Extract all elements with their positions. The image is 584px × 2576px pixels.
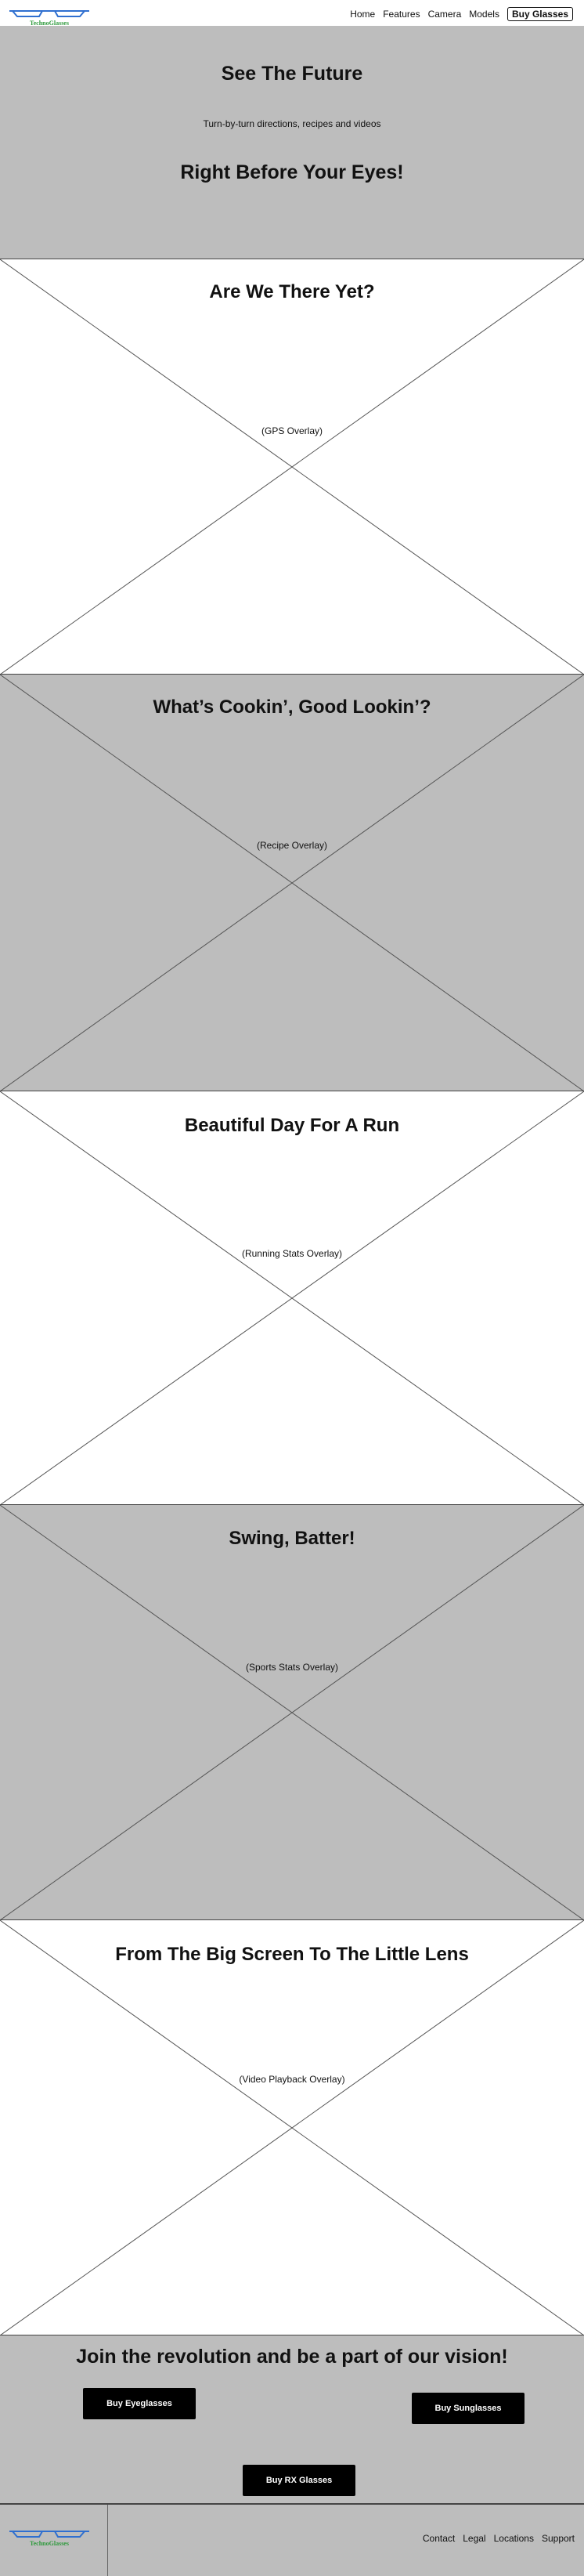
nav-camera[interactable]: Camera xyxy=(428,9,462,20)
image-placeholder xyxy=(0,1920,584,2335)
site-header: TechnoGlasses Home Features Camera Model… xyxy=(0,0,584,27)
image-placeholder xyxy=(0,675,584,1091)
image-placeholder xyxy=(0,1505,584,1919)
image-placeholder xyxy=(0,1091,584,1504)
nav-models[interactable]: Models xyxy=(469,9,499,20)
footer-divider xyxy=(107,2505,108,2576)
footer-logo[interactable]: TechnoGlasses xyxy=(8,2527,91,2549)
footer-link-locations[interactable]: Locations xyxy=(494,2533,534,2544)
hero-subtitle: Turn-by-turn directions, recipes and vid… xyxy=(203,118,381,129)
hero-section: See The Future Turn-by-turn directions, … xyxy=(0,27,584,259)
logo[interactable]: TechnoGlasses xyxy=(8,6,91,28)
sports-section: Swing, Batter! (Sports Stats Overlay) xyxy=(0,1505,584,1920)
main-nav: Home Features Camera Models Buy Glasses xyxy=(350,7,573,21)
recipe-section: What’s Cookin’, Good Lookin’? (Recipe Ov… xyxy=(0,675,584,1091)
buy-eyeglasses-button[interactable]: Buy Eyeglasses xyxy=(83,2388,196,2419)
buy-glasses-button[interactable]: Buy Glasses xyxy=(506,7,573,21)
buy-rx-glasses-button[interactable]: Buy RX Glasses xyxy=(243,2465,355,2496)
svg-text:TechnoGlasses: TechnoGlasses xyxy=(30,20,69,27)
overlay-caption: (Recipe Overlay) xyxy=(256,840,328,851)
buy-sunglasses-button[interactable]: Buy Sunglasses xyxy=(412,2393,525,2424)
nav-features[interactable]: Features xyxy=(383,9,420,20)
site-footer: TechnoGlasses Contact Legal Locations Su… xyxy=(0,2504,584,2576)
section-title: Beautiful Day For A Run xyxy=(184,1115,400,1136)
glasses-logo-icon: TechnoGlasses xyxy=(9,10,89,27)
overlay-caption: (Sports Stats Overlay) xyxy=(245,1662,339,1673)
image-placeholder xyxy=(0,259,584,674)
video-section: From The Big Screen To The Little Lens (… xyxy=(0,1920,584,2335)
hero-tagline: Right Before Your Eyes! xyxy=(180,161,404,183)
cta-title: Join the revolution and be a part of our… xyxy=(76,2346,508,2368)
svg-text:TechnoGlasses: TechnoGlasses xyxy=(30,2540,69,2547)
overlay-caption: (Video Playback Overlay) xyxy=(239,2074,345,2085)
footer-link-support[interactable]: Support xyxy=(542,2533,575,2544)
overlay-caption: (GPS Overlay) xyxy=(261,425,323,436)
footer-links: Contact Legal Locations Support xyxy=(423,2533,575,2544)
gps-section: Are We There Yet? (GPS Overlay) xyxy=(0,259,584,675)
running-section: Beautiful Day For A Run (Running Stats O… xyxy=(0,1091,584,1505)
footer-link-contact[interactable]: Contact xyxy=(423,2533,455,2544)
section-title: Are We There Yet? xyxy=(209,281,375,302)
nav-home[interactable]: Home xyxy=(350,9,375,20)
hero-title: See The Future xyxy=(221,63,363,85)
section-title: What’s Cookin’, Good Lookin’? xyxy=(153,696,431,718)
section-title: Swing, Batter! xyxy=(229,1528,355,1549)
footer-link-legal[interactable]: Legal xyxy=(463,2533,485,2544)
section-title: From The Big Screen To The Little Lens xyxy=(115,1944,469,1965)
overlay-caption: (Running Stats Overlay) xyxy=(241,1248,343,1259)
glasses-logo-icon: TechnoGlasses xyxy=(9,2531,89,2547)
